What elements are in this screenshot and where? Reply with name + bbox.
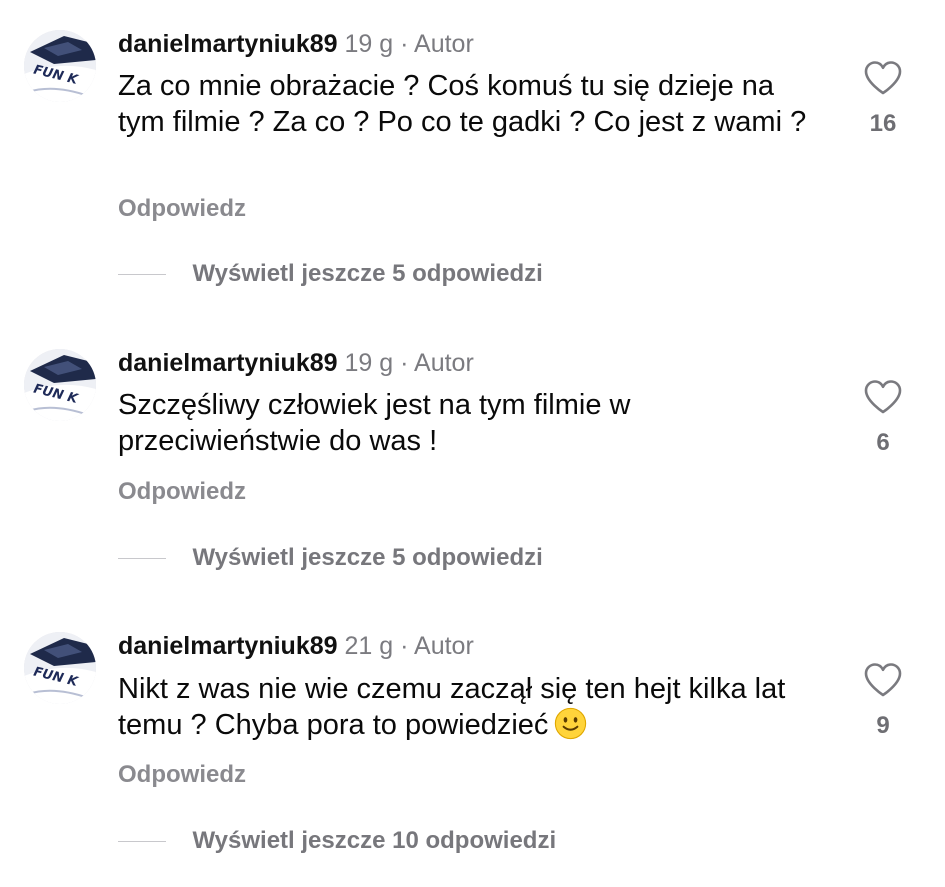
divider-line	[118, 840, 166, 842]
timestamp: 21 g	[344, 632, 394, 660]
author-badge: Autor	[414, 632, 474, 660]
like-count: 6	[876, 429, 890, 456]
meta-separator: ·	[400, 30, 409, 58]
username[interactable]: danielmartyniuk89	[118, 30, 338, 58]
heart-outline-icon[interactable]	[863, 662, 903, 698]
comment-meta: danielmartyniuk89 19 g · Autor	[118, 348, 474, 378]
author-badge: Autor	[414, 30, 474, 58]
comment-text: Nikt z was nie wie czemu zaczął się ten …	[118, 671, 828, 743]
heart-outline-icon[interactable]	[863, 60, 903, 96]
avatar[interactable]: FUN K	[24, 632, 96, 704]
view-more-replies-label: Wyświetl jeszcze 5 odpowiedzi	[192, 260, 543, 287]
username[interactable]: danielmartyniuk89	[118, 349, 338, 377]
meta-separator: ·	[400, 349, 409, 377]
like-count: 9	[876, 712, 890, 739]
comment-meta: danielmartyniuk89 19 g · Autor	[118, 29, 474, 59]
comment-text: Za co mnie obrażacie ? Coś komuś tu się …	[118, 70, 807, 138]
like-control: 9	[860, 662, 906, 740]
heart-outline-icon[interactable]	[863, 379, 903, 415]
divider-line	[118, 273, 166, 275]
avatar[interactable]: FUN K	[24, 30, 96, 102]
view-more-replies[interactable]: Wyświetl jeszcze 5 odpowiedzi	[118, 543, 543, 573]
timestamp: 19 g	[344, 349, 394, 377]
like-control: 16	[860, 60, 906, 138]
reply-button[interactable]: Odpowiedz	[118, 194, 246, 224]
divider-line	[118, 557, 166, 559]
reply-button[interactable]: Odpowiedz	[118, 477, 246, 507]
avatar-image: FUN K	[24, 632, 96, 704]
comment-text: Szczęśliwy człowiek jest na tym filmie w…	[118, 389, 631, 457]
comment-meta: danielmartyniuk89 21 g · Autor	[118, 631, 474, 661]
avatar-image: FUN K	[24, 349, 96, 421]
reply-button[interactable]: Odpowiedz	[118, 760, 246, 790]
like-count: 16	[869, 110, 897, 137]
view-more-replies-label: Wyświetl jeszcze 5 odpowiedzi	[192, 544, 543, 571]
slightly-smiling-face-emoji	[555, 707, 587, 740]
author-badge: Autor	[414, 349, 474, 377]
timestamp: 19 g	[344, 30, 394, 58]
view-more-replies[interactable]: Wyświetl jeszcze 5 odpowiedzi	[118, 259, 543, 289]
like-control: 6	[860, 379, 906, 457]
view-more-replies[interactable]: Wyświetl jeszcze 10 odpowiedzi	[118, 826, 556, 856]
meta-separator: ·	[400, 632, 409, 660]
view-more-replies-label: Wyświetl jeszcze 10 odpowiedzi	[192, 827, 557, 854]
avatar[interactable]: FUN K	[24, 349, 96, 421]
comment-text-body: Nikt z was nie wie czemu zaczął się ten …	[118, 673, 786, 741]
avatar-image: FUN K	[24, 30, 96, 102]
username[interactable]: danielmartyniuk89	[118, 632, 338, 660]
